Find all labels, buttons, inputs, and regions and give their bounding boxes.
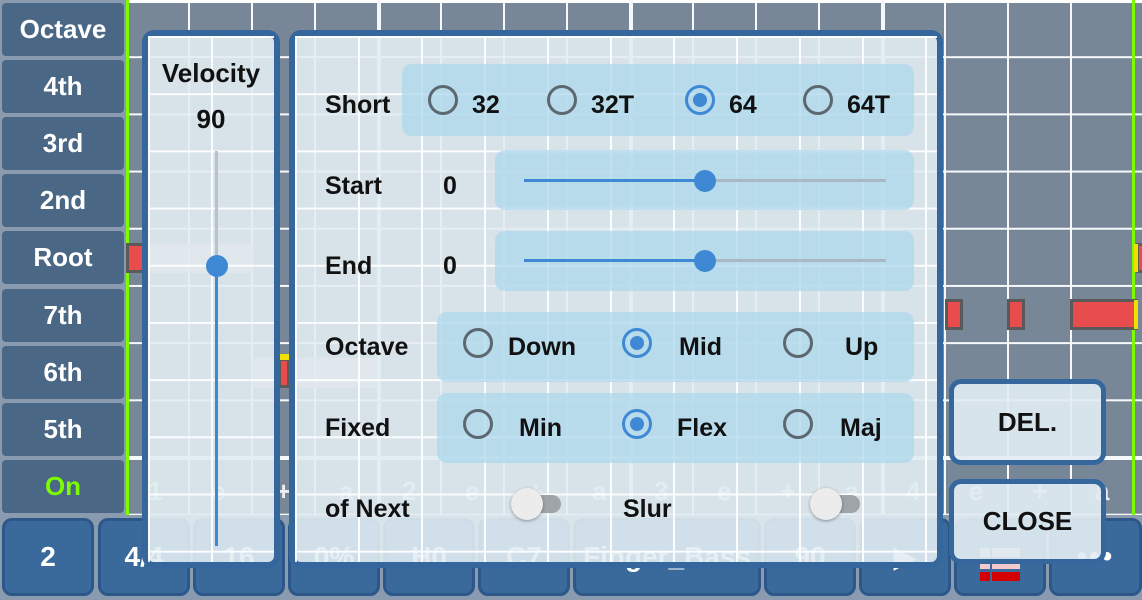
octave-radio-up[interactable] (783, 328, 813, 358)
velocity-title: Velocity (161, 58, 261, 88)
velocity-panel: Velocity 90 (142, 30, 280, 568)
short-option-label: 32 (472, 91, 500, 119)
short-option-label: 64 (729, 91, 757, 119)
note[interactable] (1070, 299, 1138, 330)
fixed-option-label: Min (519, 414, 563, 442)
note[interactable] (945, 299, 963, 330)
short-option-label: 32T (591, 91, 635, 119)
velocity-slider[interactable] (204, 151, 230, 546)
velocity-slider-fill (215, 265, 218, 546)
grid-top-border (126, 0, 1142, 3)
row-label-root[interactable]: Root (2, 231, 124, 284)
start-slider-fill (524, 179, 705, 182)
start-value: 0 (443, 172, 457, 200)
velocity-value: 90 (196, 104, 226, 134)
fixed-radio-maj[interactable] (783, 409, 813, 439)
start-slider[interactable] (524, 168, 886, 192)
fixed-label: Fixed (325, 414, 391, 442)
octave-option-label: Mid (679, 333, 723, 361)
velocity-slider-thumb[interactable] (205, 254, 228, 277)
slur-label: Slur (623, 495, 672, 523)
octave-radio-mid[interactable] (622, 328, 652, 358)
row-label-6th[interactable]: 6th (2, 346, 124, 399)
delete-button[interactable]: DEL. (949, 379, 1106, 465)
start-slider-thumb[interactable] (694, 169, 716, 192)
note-editor-panel: Short 32 32T 64 64T Start 0 End 0 Octave… (289, 30, 943, 568)
of-next-toggle[interactable] (511, 486, 571, 522)
row-label-2nd[interactable]: 2nd (2, 174, 124, 227)
note-marker (1134, 244, 1138, 272)
end-slider[interactable] (524, 248, 886, 272)
short-radio-64t[interactable] (803, 85, 833, 115)
short-label: Short (325, 91, 391, 119)
slur-toggle[interactable] (810, 486, 870, 522)
octave-radio-down[interactable] (463, 328, 493, 358)
short-radio-64[interactable] (685, 85, 715, 115)
of-next-label: of Next (325, 495, 410, 523)
octave-option-label: Up (845, 333, 879, 361)
of-next-toggle-thumb (511, 488, 543, 520)
end-slider-thumb[interactable] (694, 249, 716, 272)
slur-toggle-thumb (810, 488, 842, 520)
bars-button[interactable]: 2 (2, 518, 94, 596)
fixed-radio-flex[interactable] (622, 409, 652, 439)
octave-option-label: Down (508, 333, 577, 361)
fixed-radio-min[interactable] (463, 409, 493, 439)
row-label-5th[interactable]: 5th (2, 403, 124, 456)
row-label-octave[interactable]: Octave (2, 3, 124, 56)
end-label: End (325, 252, 373, 280)
end-slider-fill (524, 259, 705, 262)
octave-label: Octave (325, 333, 409, 361)
fixed-option-label: Maj (840, 414, 882, 442)
row-label-4th[interactable]: 4th (2, 60, 124, 113)
row-label-3rd[interactable]: 3rd (2, 117, 124, 170)
short-radio-32[interactable] (428, 85, 458, 115)
row-label-column: Octave 4th 3rd 2nd Root 7th 6th 5th On (0, 0, 126, 515)
note[interactable] (1007, 299, 1025, 330)
close-button[interactable]: CLOSE (949, 479, 1106, 564)
row-label-on[interactable]: On (2, 460, 124, 513)
short-option-label: 64T (847, 91, 891, 119)
fixed-option-label: Flex (677, 414, 728, 442)
end-value: 0 (443, 252, 457, 280)
note-marker (1134, 300, 1138, 329)
row-label-7th[interactable]: 7th (2, 289, 124, 342)
short-radio-32t[interactable] (547, 85, 577, 115)
start-label: Start (325, 172, 382, 200)
